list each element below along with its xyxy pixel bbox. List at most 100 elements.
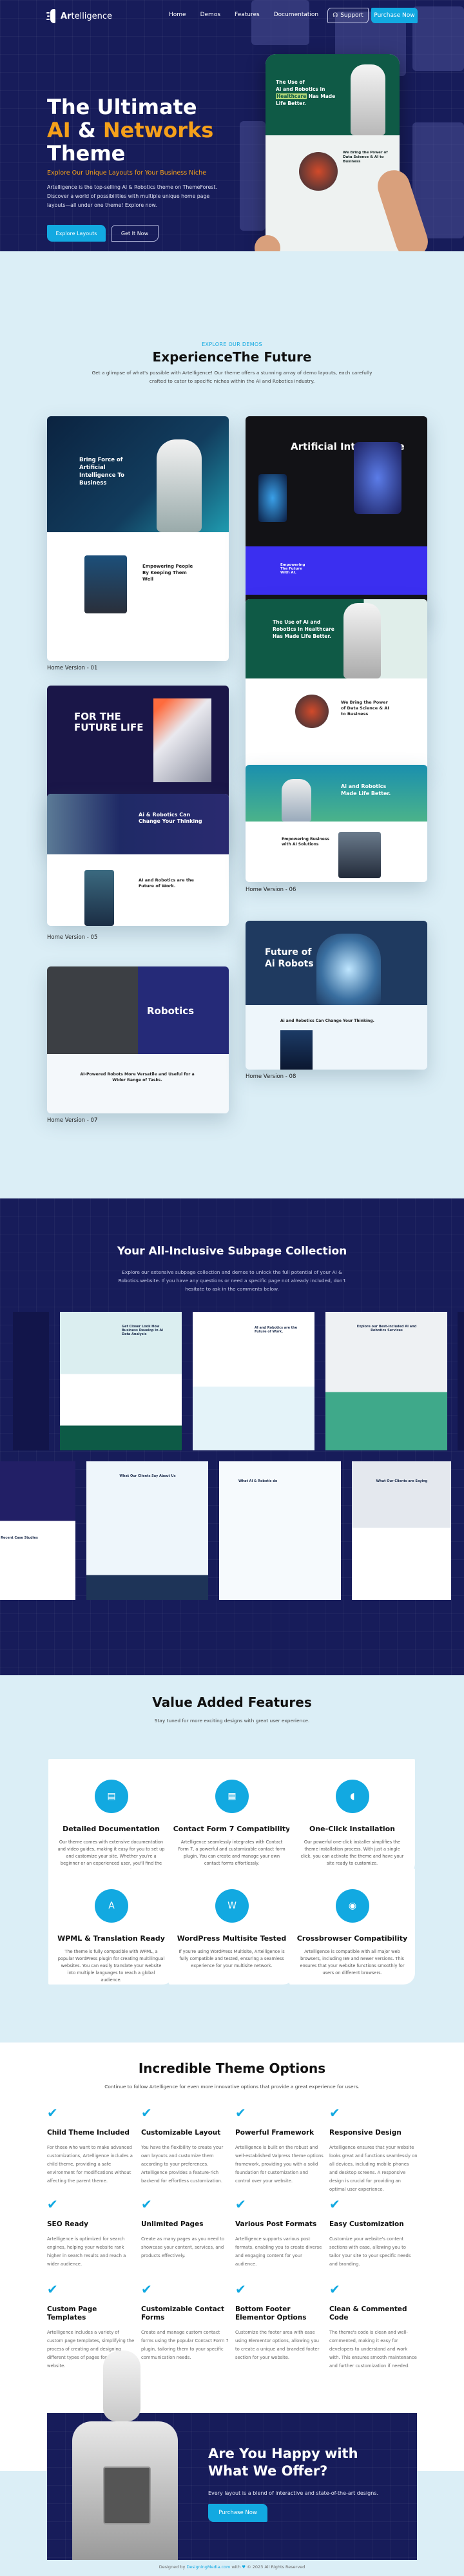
theme-option: ✔ SEO Ready Artelligence is optimized for … bbox=[47, 2197, 136, 2269]
subpage-preview[interactable]: AI and Robotics are the Future of Work. bbox=[193, 1312, 314, 1450]
theme-option: ✔ Clean & Commented Code The theme's code … bbox=[329, 2282, 418, 2370]
demo-card-06[interactable]: Ai and Robotics Made Life Better. Empowe… bbox=[246, 765, 427, 882]
cta-section: Are You Happy with What We Offer? Every … bbox=[0, 2350, 464, 2576]
browser-icon: ◉ bbox=[336, 1889, 369, 1923]
theme-option: ✔ Customizable Layout You have the flexibi… bbox=[141, 2106, 230, 2186]
feature-card: ◉ Crossbrowser Compatibility Artelligence … bbox=[289, 1869, 415, 1985]
option-title: Child Theme Included bbox=[47, 2129, 130, 2137]
option-title: Unlimited Pages bbox=[141, 2220, 204, 2228]
option-description: Customize the footer area with ease usin… bbox=[235, 2330, 320, 2360]
nav-link-home[interactable]: Home bbox=[169, 12, 186, 18]
book-icon: ▤ bbox=[95, 1780, 128, 1813]
demo-label-01[interactable]: Home Version - 01 bbox=[47, 665, 97, 671]
top-navigation: Artelligence Home Demos Features Documen… bbox=[0, 0, 464, 32]
option-title: Various Post Formats bbox=[235, 2220, 317, 2228]
demo-label-06[interactable]: Home Version - 06 bbox=[246, 887, 296, 893]
nav-link-demos[interactable]: Demos bbox=[200, 12, 220, 18]
demo-hero-image: Bring Force of Artificial Intelligence T… bbox=[47, 416, 229, 532]
demo-card-07[interactable]: Robotics AI-Powered Robots More Versatil… bbox=[47, 966, 229, 1113]
nav-link-features[interactable]: Features bbox=[235, 12, 260, 18]
robot-image bbox=[153, 698, 211, 782]
option-description: Customize your website's content section… bbox=[329, 2236, 411, 2267]
option-title: Custom Page Templates bbox=[47, 2305, 97, 2321]
checkmark-icon: ✔ bbox=[235, 2196, 246, 2212]
subpage-preview[interactable] bbox=[13, 1312, 49, 1450]
option-title: Responsive Design bbox=[329, 2129, 401, 2137]
subpage-preview[interactable] bbox=[458, 1312, 464, 1450]
option-description: Artelligence supports various post forma… bbox=[235, 2236, 322, 2267]
main-menu: Home Demos Features Documentation bbox=[169, 12, 318, 18]
wordpress-icon: W bbox=[215, 1889, 249, 1923]
checkmark-icon: ✔ bbox=[47, 2282, 58, 2297]
feature-title: Crossbrowser Compatibility bbox=[296, 1934, 408, 1943]
demo-hero-image: Ai & Robotics Can Change Your Thinking bbox=[47, 794, 229, 854]
demo-card-01[interactable]: Bring Force of Artificial Intelligence T… bbox=[47, 416, 229, 661]
subpage-preview[interactable]: Recent Case Studies bbox=[0, 1461, 75, 1600]
feature-description: Artelligence seamlessly integrates with … bbox=[178, 1840, 285, 1866]
logo[interactable]: Artelligence bbox=[46, 9, 112, 23]
demo-subheading: Ai and Robotics Can Change Your Thinking… bbox=[280, 1019, 374, 1023]
demo-hero-image: Future of Ai Robots bbox=[246, 921, 427, 1005]
theme-option: ✔ Responsive Design Artelligence ensures t… bbox=[329, 2106, 418, 2194]
demo-hero-image: Ai and Robotics Made Life Better. bbox=[246, 765, 427, 822]
demo-label-05[interactable]: Home Version - 05 bbox=[47, 934, 97, 941]
option-title: Customizable Contact Forms bbox=[141, 2305, 225, 2321]
robot-face-image bbox=[280, 1030, 313, 1070]
robot-with-tablet-image bbox=[58, 2350, 190, 2560]
translate-icon: A bbox=[95, 1889, 128, 1923]
subpages-section: Your All-Inclusive Subpage Collection Ex… bbox=[0, 1198, 464, 1675]
demo-card-08[interactable]: Future of Ai Robots Ai and Robotics Can … bbox=[246, 921, 427, 1070]
ai-laptop-image bbox=[84, 555, 127, 613]
demo-card-02[interactable]: Artificial Intelligence Empowering The F… bbox=[246, 416, 427, 620]
demo-label-07[interactable]: Home Version - 07 bbox=[47, 1117, 97, 1124]
get-it-now-button[interactable]: Get It Now bbox=[111, 225, 159, 242]
subpage-preview[interactable]: Get Closer Look How Business Develop in … bbox=[60, 1312, 182, 1450]
ai-brain-image bbox=[354, 442, 401, 514]
brand-name: Artelligence bbox=[61, 11, 113, 21]
support-button[interactable]: ☊ Support bbox=[327, 8, 369, 23]
demo-subheading: Empowering People By Keeping Them Well bbox=[142, 564, 193, 582]
checkmark-icon: ✔ bbox=[141, 2282, 152, 2297]
stats-band: Empowering The Future With AI. bbox=[246, 546, 427, 595]
form-icon: ▦ bbox=[215, 1780, 249, 1813]
subpage-preview[interactable]: What Our Clients Say About Us bbox=[86, 1461, 208, 1600]
brain-circuit-icon bbox=[46, 9, 57, 23]
option-title: Customizable Layout bbox=[141, 2129, 221, 2137]
explore-layouts-button[interactable]: Explore Layouts bbox=[47, 225, 106, 242]
hero-subtitle: Explore Our Unique Layouts for Your Busi… bbox=[47, 169, 207, 177]
demo-card-05[interactable]: Ai & Robotics Can Change Your Thinking A… bbox=[47, 794, 229, 926]
theme-option: ✔ Easy Customization Customize your websit… bbox=[329, 2197, 418, 2269]
demo-headline: The Use of Ai and Robotics in Healthcare… bbox=[273, 619, 334, 639]
ai-hand-image bbox=[258, 474, 287, 522]
features-subtitle: Stay tuned for more exciting designs wit… bbox=[154, 1718, 310, 1724]
option-title: Easy Customization bbox=[329, 2220, 404, 2228]
feature-card: W WordPress Multisite Tested If you're usi… bbox=[169, 1869, 295, 1985]
mouse-icon: ◖ bbox=[336, 1780, 369, 1813]
subpage-preview[interactable]: Explore our Best-included AI and Robotic… bbox=[325, 1312, 447, 1450]
theme-options-section: Incredible Theme Options Continue to fol… bbox=[0, 2043, 464, 2390]
subpage-preview[interactable]: What Our Clients are Saying bbox=[352, 1461, 451, 1600]
checkmark-icon: ✔ bbox=[235, 2105, 246, 2120]
robot-image bbox=[157, 439, 202, 532]
cta-purchase-button[interactable]: Purchase Now bbox=[208, 2504, 267, 2522]
subpage-heading: What AI & Robotic do bbox=[238, 1479, 278, 1483]
feature-card: A WPML & Translation Ready The theme is fu… bbox=[48, 1869, 174, 1985]
features-title: Value Added Features bbox=[152, 1695, 312, 1710]
demo-card-04[interactable]: The Use of Ai and Robotics in Healthcare… bbox=[246, 599, 427, 769]
demo-subheading: AI and Robotics are the Future of Work. bbox=[139, 878, 194, 889]
footer-prefix: Designed by bbox=[159, 2564, 187, 2570]
theme-option: ✔ Various Post Formats Artelligence suppor… bbox=[235, 2197, 324, 2269]
nav-link-documentation[interactable]: Documentation bbox=[274, 12, 318, 18]
feature-description: The theme is fully compatible with WPML,… bbox=[57, 1949, 165, 1983]
option-description: The theme's code is clean and well-comme… bbox=[329, 2330, 417, 2369]
tablet-about-heading: We Bring the Power of Data Science & AI … bbox=[343, 151, 388, 164]
purchase-now-button[interactable]: Purchase Now bbox=[371, 8, 418, 23]
option-title: Bottom Footer Elementor Options bbox=[235, 2305, 307, 2321]
demo-label-08[interactable]: Home Version - 08 bbox=[246, 1073, 296, 1080]
hero-description: Artelligence is the top-selling AI & Rob… bbox=[47, 184, 217, 208]
subpage-preview[interactable]: What AI & Robotic do bbox=[219, 1461, 341, 1600]
demo-headline: Ai and Robotics Made Life Better. bbox=[341, 783, 391, 796]
tablet-hero: The Use of Ai and Robotics in Healthcare… bbox=[266, 54, 400, 135]
theme-option: ✔ Unlimited Pages Create as many pages as … bbox=[141, 2197, 230, 2260]
designer-link[interactable]: DesigningMedia.com bbox=[186, 2564, 230, 2570]
